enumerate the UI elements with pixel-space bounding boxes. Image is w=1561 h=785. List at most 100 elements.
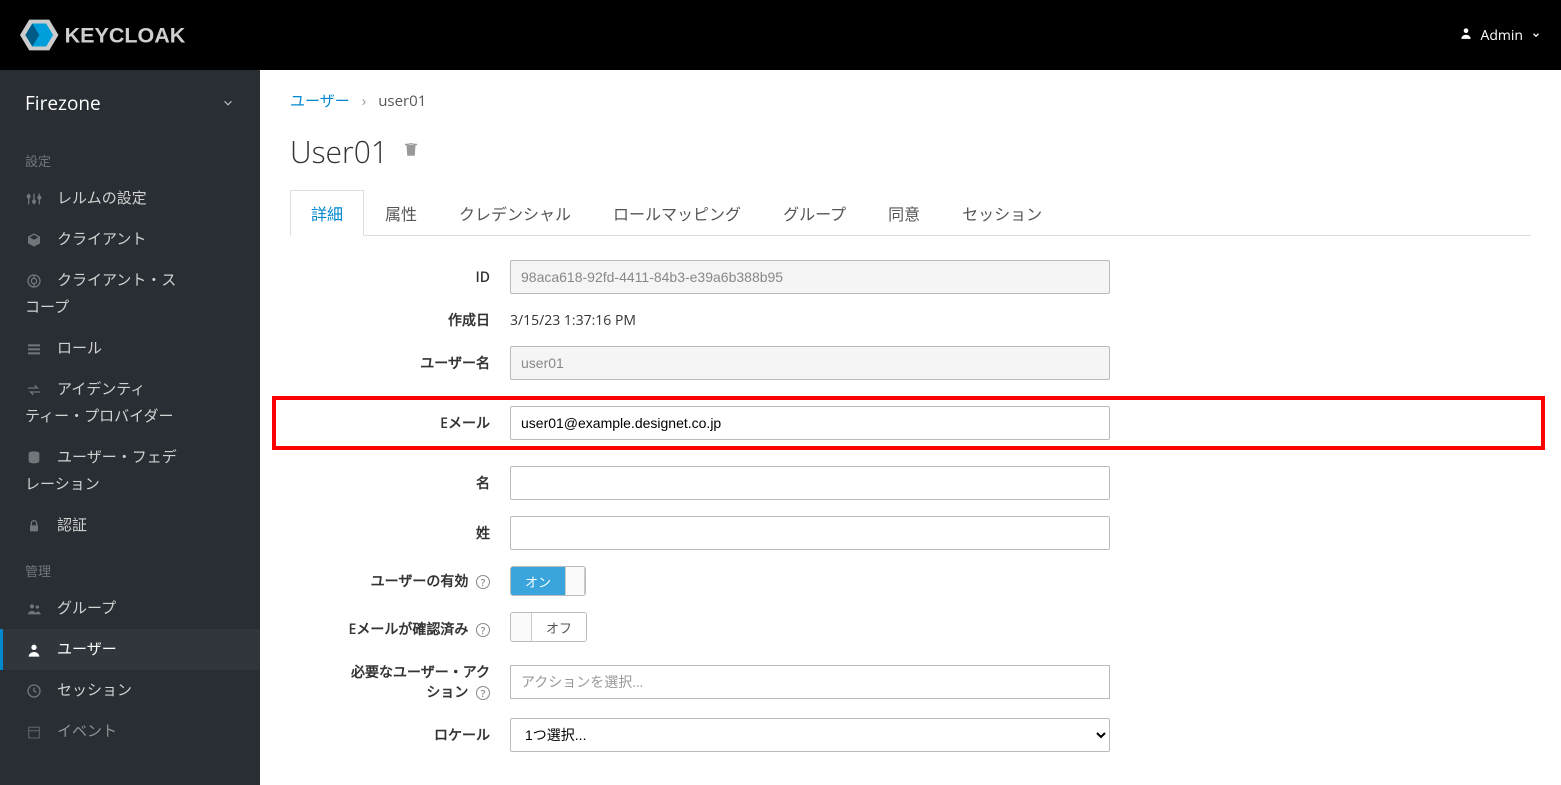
user-icon xyxy=(25,642,43,658)
row-created: 作成日 3/15/23 1:37:16 PM xyxy=(290,310,1531,330)
breadcrumb: ユーザー › user01 xyxy=(290,90,1531,111)
toggle-email-verified[interactable]: オフ xyxy=(510,612,587,642)
row-enabled: ユーザーの有効 ? オン xyxy=(290,566,1531,596)
svg-text:KEYCLOAK: KEYCLOAK xyxy=(65,24,186,48)
breadcrumb-current: user01 xyxy=(378,91,426,111)
nav-label: イベント xyxy=(57,721,117,742)
toggle-off-label: オフ xyxy=(531,613,586,641)
nav-label-cont: ティー・プロバイダー xyxy=(25,400,235,427)
chevron-down-icon xyxy=(1531,26,1541,45)
nav-label-cont: コープ xyxy=(25,291,235,318)
calendar-icon xyxy=(25,724,43,740)
sidebar-item-authentication[interactable]: 認証 xyxy=(0,505,260,546)
row-email: Eメール xyxy=(290,406,1527,440)
page-title: User01 xyxy=(290,131,388,172)
sidebar-item-groups[interactable]: グループ xyxy=(0,588,260,629)
breadcrumb-root[interactable]: ユーザー xyxy=(290,90,350,111)
label-required-actions: 必要なユーザー・アク ション ? xyxy=(290,662,510,702)
label-email-verified: Eメールが確認済み ? xyxy=(290,619,510,639)
tabs: 詳細 属性 クレデンシャル ロールマッピング グループ 同意 セッション xyxy=(290,190,1531,236)
delete-button[interactable] xyxy=(402,140,420,163)
toggle-on-label: オン xyxy=(511,567,565,595)
chevron-down-icon xyxy=(221,90,235,116)
help-icon[interactable]: ? xyxy=(476,686,490,700)
exchange-icon xyxy=(25,382,43,398)
nav-label: クライアント・ス xyxy=(57,270,176,291)
nav-label: ユーザー xyxy=(57,639,117,660)
label-lastname: 姓 xyxy=(290,523,510,543)
row-required-actions: 必要なユーザー・アク ション ? アクションを選択... xyxy=(290,662,1531,702)
value-created: 3/15/23 1:37:16 PM xyxy=(510,311,636,330)
user-menu[interactable]: Admin xyxy=(1459,26,1542,45)
nav-label-cont: レーション xyxy=(25,468,235,495)
nav-label: グループ xyxy=(57,598,116,619)
sidebar-item-sessions[interactable]: セッション xyxy=(0,670,260,711)
help-icon[interactable]: ? xyxy=(476,575,490,589)
sidebar-item-user-federation[interactable]: ユーザー・フェデ レーション xyxy=(0,437,260,505)
help-icon[interactable]: ? xyxy=(476,623,490,637)
chevron-right-icon: › xyxy=(362,91,367,111)
nav-label: クライアント xyxy=(57,229,146,250)
tab-groups[interactable]: グループ xyxy=(762,190,867,236)
nav-label: ユーザー・フェデ xyxy=(57,447,177,468)
tab-details[interactable]: 詳細 xyxy=(290,190,364,236)
sidebar-item-roles[interactable]: ロール xyxy=(0,328,260,369)
input-email[interactable] xyxy=(510,406,1110,440)
nav-label: アイデンティ xyxy=(57,379,145,400)
clock-icon xyxy=(25,683,43,699)
sidebar: Firezone 設定 レルムの設定 クライアント クライアント・ス コープ ロ… xyxy=(0,70,260,785)
sidebar-section-manage-title: 管理 xyxy=(0,546,260,588)
label-id: ID xyxy=(290,268,510,287)
label-locale: ロケール xyxy=(290,725,510,745)
logo[interactable]: KEYCLOAK xyxy=(20,15,220,55)
row-locale: ロケール 1つ選択... xyxy=(290,718,1531,752)
toggle-handle xyxy=(511,613,531,641)
sidebar-item-clients[interactable]: クライアント xyxy=(0,219,260,260)
users-icon xyxy=(25,601,43,617)
toggle-handle xyxy=(565,567,585,595)
input-firstname[interactable] xyxy=(510,466,1110,500)
lock-icon xyxy=(25,518,43,534)
tab-sessions[interactable]: セッション xyxy=(941,190,1063,236)
toggle-enabled[interactable]: オン xyxy=(510,566,586,596)
input-username xyxy=(510,346,1110,380)
sliders-icon xyxy=(25,191,43,207)
tab-credentials[interactable]: クレデンシャル xyxy=(438,190,592,236)
tab-consents[interactable]: 同意 xyxy=(867,190,941,236)
row-id: ID xyxy=(290,260,1531,294)
user-icon xyxy=(1459,26,1473,45)
sidebar-section-settings-title: 設定 xyxy=(0,136,260,178)
row-firstname: 名 xyxy=(290,466,1531,500)
page-title-row: User01 xyxy=(290,131,1531,172)
sidebar-item-realm-settings[interactable]: レルムの設定 xyxy=(0,178,260,219)
nav-label: ロール xyxy=(57,338,102,359)
realm-name: Firezone xyxy=(25,90,101,116)
cube-icon xyxy=(25,232,43,248)
nav-label: セッション xyxy=(57,680,132,701)
sidebar-item-users[interactable]: ユーザー xyxy=(0,629,260,670)
list-icon xyxy=(25,341,43,357)
input-id xyxy=(510,260,1110,294)
user-label: Admin xyxy=(1481,26,1524,45)
highlight-email: Eメール xyxy=(272,396,1545,450)
row-email-verified: Eメールが確認済み ? オフ xyxy=(290,612,1531,646)
nav-label: 認証 xyxy=(57,515,87,536)
label-created: 作成日 xyxy=(290,310,510,330)
main-content: ユーザー › user01 User01 詳細 属性 クレデンシャル ロールマッ… xyxy=(260,70,1561,785)
input-lastname[interactable] xyxy=(510,516,1110,550)
select-required-actions[interactable]: アクションを選択... xyxy=(510,665,1110,699)
sidebar-item-client-scopes[interactable]: クライアント・ス コープ xyxy=(0,260,260,328)
nav-label: レルムの設定 xyxy=(57,188,147,209)
label-firstname: 名 xyxy=(290,473,510,493)
globe-icon xyxy=(25,273,43,289)
select-locale[interactable]: 1つ選択... xyxy=(510,718,1110,752)
database-icon xyxy=(25,450,43,466)
tab-attributes[interactable]: 属性 xyxy=(364,190,438,236)
sidebar-item-events[interactable]: イベント xyxy=(0,711,260,752)
tab-role-mappings[interactable]: ロールマッピング xyxy=(592,190,762,236)
label-email: Eメール xyxy=(290,413,510,433)
sidebar-item-identity-providers[interactable]: アイデンティ ティー・プロバイダー xyxy=(0,369,260,437)
realm-selector[interactable]: Firezone xyxy=(0,70,260,136)
label-username: ユーザー名 xyxy=(290,353,510,373)
label-enabled: ユーザーの有効 ? xyxy=(290,571,510,591)
